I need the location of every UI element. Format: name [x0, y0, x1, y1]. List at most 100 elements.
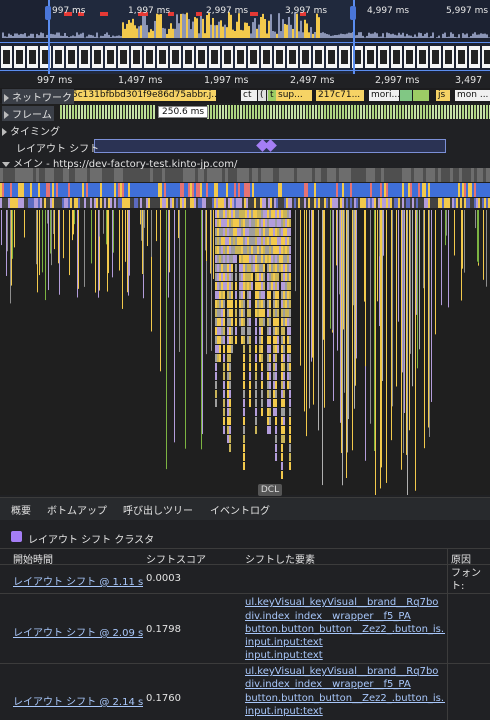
- flame-event: [290, 198, 292, 208]
- flame-event: [227, 336, 229, 344]
- flame-event: [250, 183, 252, 197]
- shifted-element-link[interactable]: ul.keyVisual_keyVisual__brand__Rq7bo: [245, 666, 445, 677]
- flame-event: [229, 237, 231, 245]
- flame-event: [271, 264, 273, 272]
- tab-bottom-up[interactable]: ボトムアップ: [47, 502, 107, 517]
- overview-activity: [276, 33, 278, 38]
- shifted-element-link[interactable]: div.index_index__wrapper__f5_PA: [245, 611, 445, 622]
- flame-event: [404, 198, 406, 208]
- network-track-label[interactable]: ネットワーク: [2, 89, 74, 104]
- layout-shift-link[interactable]: レイアウト シフト @ 2.14 s: [13, 693, 143, 708]
- flame-event: [14, 183, 16, 197]
- main-label-text: メイン - https://dev-factory-test.kinto-jp.…: [13, 159, 238, 170]
- flame-event: [36, 198, 38, 208]
- flame-event: [235, 264, 237, 272]
- flame-event: [243, 390, 245, 398]
- flame-task: [108, 168, 111, 182]
- overview-activity: [446, 36, 448, 38]
- frame-bar: [81, 105, 83, 119]
- shifted-element-link[interactable]: input.input:text: [245, 650, 445, 661]
- main-thread-header[interactable]: メイン - https://dev-factory-test.kinto-jp.…: [0, 155, 490, 170]
- flame-event: [269, 408, 271, 416]
- selection-left-handle[interactable]: [45, 6, 51, 20]
- flame-event: [239, 291, 241, 299]
- shifted-element-link[interactable]: div.index_index__wrapper__f5_PA: [245, 679, 445, 690]
- shifted-element-link[interactable]: ul.keyVisual_keyVisual__brand__Rq7bo: [245, 597, 445, 608]
- network-request[interactable]: js: [436, 90, 450, 101]
- overview-divider: [0, 42, 490, 43]
- overview-screenshot-content: [354, 50, 361, 64]
- layout-shift-link[interactable]: レイアウト シフト @ 1.11 s: [13, 573, 143, 588]
- network-request[interactable]: 217c71...: [316, 90, 364, 101]
- tab-call-tree[interactable]: 呼び出しツリー: [123, 502, 193, 517]
- timeline-overview[interactable]: 997 ms 1,997 ms 2,997 ms 3,997 ms 4,997 …: [0, 0, 490, 74]
- flame-event: [466, 198, 468, 208]
- flame-event: [275, 444, 277, 452]
- tab-event-log[interactable]: イベントログ: [210, 502, 270, 517]
- flame-event: [277, 246, 279, 254]
- network-request[interactable]: t: [268, 90, 276, 101]
- main-thread-label[interactable]: メイン - https://dev-factory-test.kinto-jp.…: [2, 155, 237, 170]
- frame-bar: [300, 105, 302, 119]
- shifted-element-link[interactable]: button.button_button__Zez2_.button_is...: [245, 624, 445, 635]
- network-request[interactable]: sup...: [276, 90, 312, 101]
- selection-right-handle[interactable]: [350, 6, 356, 20]
- network-request[interactable]: mon ...: [455, 90, 490, 101]
- flame-task: [57, 168, 60, 182]
- flame-event: [310, 198, 312, 208]
- flame-event: [241, 246, 243, 254]
- flame-event: [231, 264, 233, 272]
- overview-screenshot-content: [3, 50, 10, 64]
- network-request[interactable]: ct: [241, 90, 257, 101]
- flame-event: [261, 345, 263, 353]
- flame-event: [356, 198, 358, 208]
- network-request[interactable]: 5c131bfbbd301f9e86d75abbr.j...: [70, 90, 216, 101]
- frame-bar: [327, 105, 329, 119]
- timings-track[interactable]: タイミング: [0, 121, 490, 138]
- overview-activity: [292, 28, 294, 38]
- table-divider: [0, 663, 490, 664]
- network-request[interactable]: mori...: [369, 90, 399, 101]
- frame-bar: [63, 105, 65, 119]
- overview-screenshot-content: [315, 50, 322, 64]
- flame-event: [468, 183, 470, 197]
- network-track[interactable]: ネットワーク 5c131bfbbd301f9e86d75abbr.j... ct…: [0, 88, 490, 104]
- shifted-element-link[interactable]: input.input:text: [245, 706, 445, 717]
- flame-event: [52, 198, 54, 208]
- overview-activity: [144, 15, 146, 39]
- main-thread-flame-chart[interactable]: [0, 168, 490, 495]
- flame-event: [308, 198, 310, 208]
- flame-event: [277, 336, 279, 344]
- network-request-block[interactable]: [413, 90, 429, 101]
- layout-shift-track[interactable]: レイアウト シフト: [0, 137, 490, 155]
- frames-track[interactable]: フレーム 250.6 ms: [0, 104, 490, 121]
- summary-panel: レイアウト シフト クラスタ 開始時間 シフトスコア シフトした要素 原因 レイ…: [0, 520, 490, 720]
- flame-event: [2, 198, 4, 208]
- frame-time-label[interactable]: 250.6 ms: [158, 106, 209, 118]
- flame-call-stack: [45, 210, 46, 301]
- shift-score: 0.1798: [146, 624, 181, 635]
- network-request[interactable]: (: [258, 90, 266, 101]
- overview-activity: [88, 34, 90, 38]
- flame-event: [260, 198, 262, 208]
- flame-event: [227, 282, 229, 290]
- flame-event: [374, 198, 376, 208]
- flame-event: [281, 426, 283, 434]
- layout-shift-track-label[interactable]: レイアウト シフト: [16, 140, 99, 155]
- flame-call-stack: [147, 210, 148, 247]
- shifted-element-link[interactable]: input.input:text: [245, 637, 445, 648]
- flame-event: [255, 426, 257, 434]
- shifted-element-link[interactable]: button.button_button__Zez2_.button_is...: [245, 693, 445, 704]
- network-request-block[interactable]: [400, 90, 412, 101]
- tab-summary[interactable]: 概要: [11, 502, 31, 522]
- timings-track-label[interactable]: タイミング: [2, 123, 60, 138]
- overview-activity: [414, 34, 416, 38]
- flame-event: [245, 219, 247, 227]
- flame-event: [233, 255, 235, 263]
- layout-shift-link[interactable]: レイアウト シフト @ 2.09 s: [13, 624, 143, 639]
- flame-task: [408, 168, 411, 182]
- overview-activity: [396, 35, 398, 38]
- frames-track-label[interactable]: フレーム: [2, 106, 54, 121]
- flame-event: [231, 282, 233, 290]
- flame-event: [214, 198, 216, 208]
